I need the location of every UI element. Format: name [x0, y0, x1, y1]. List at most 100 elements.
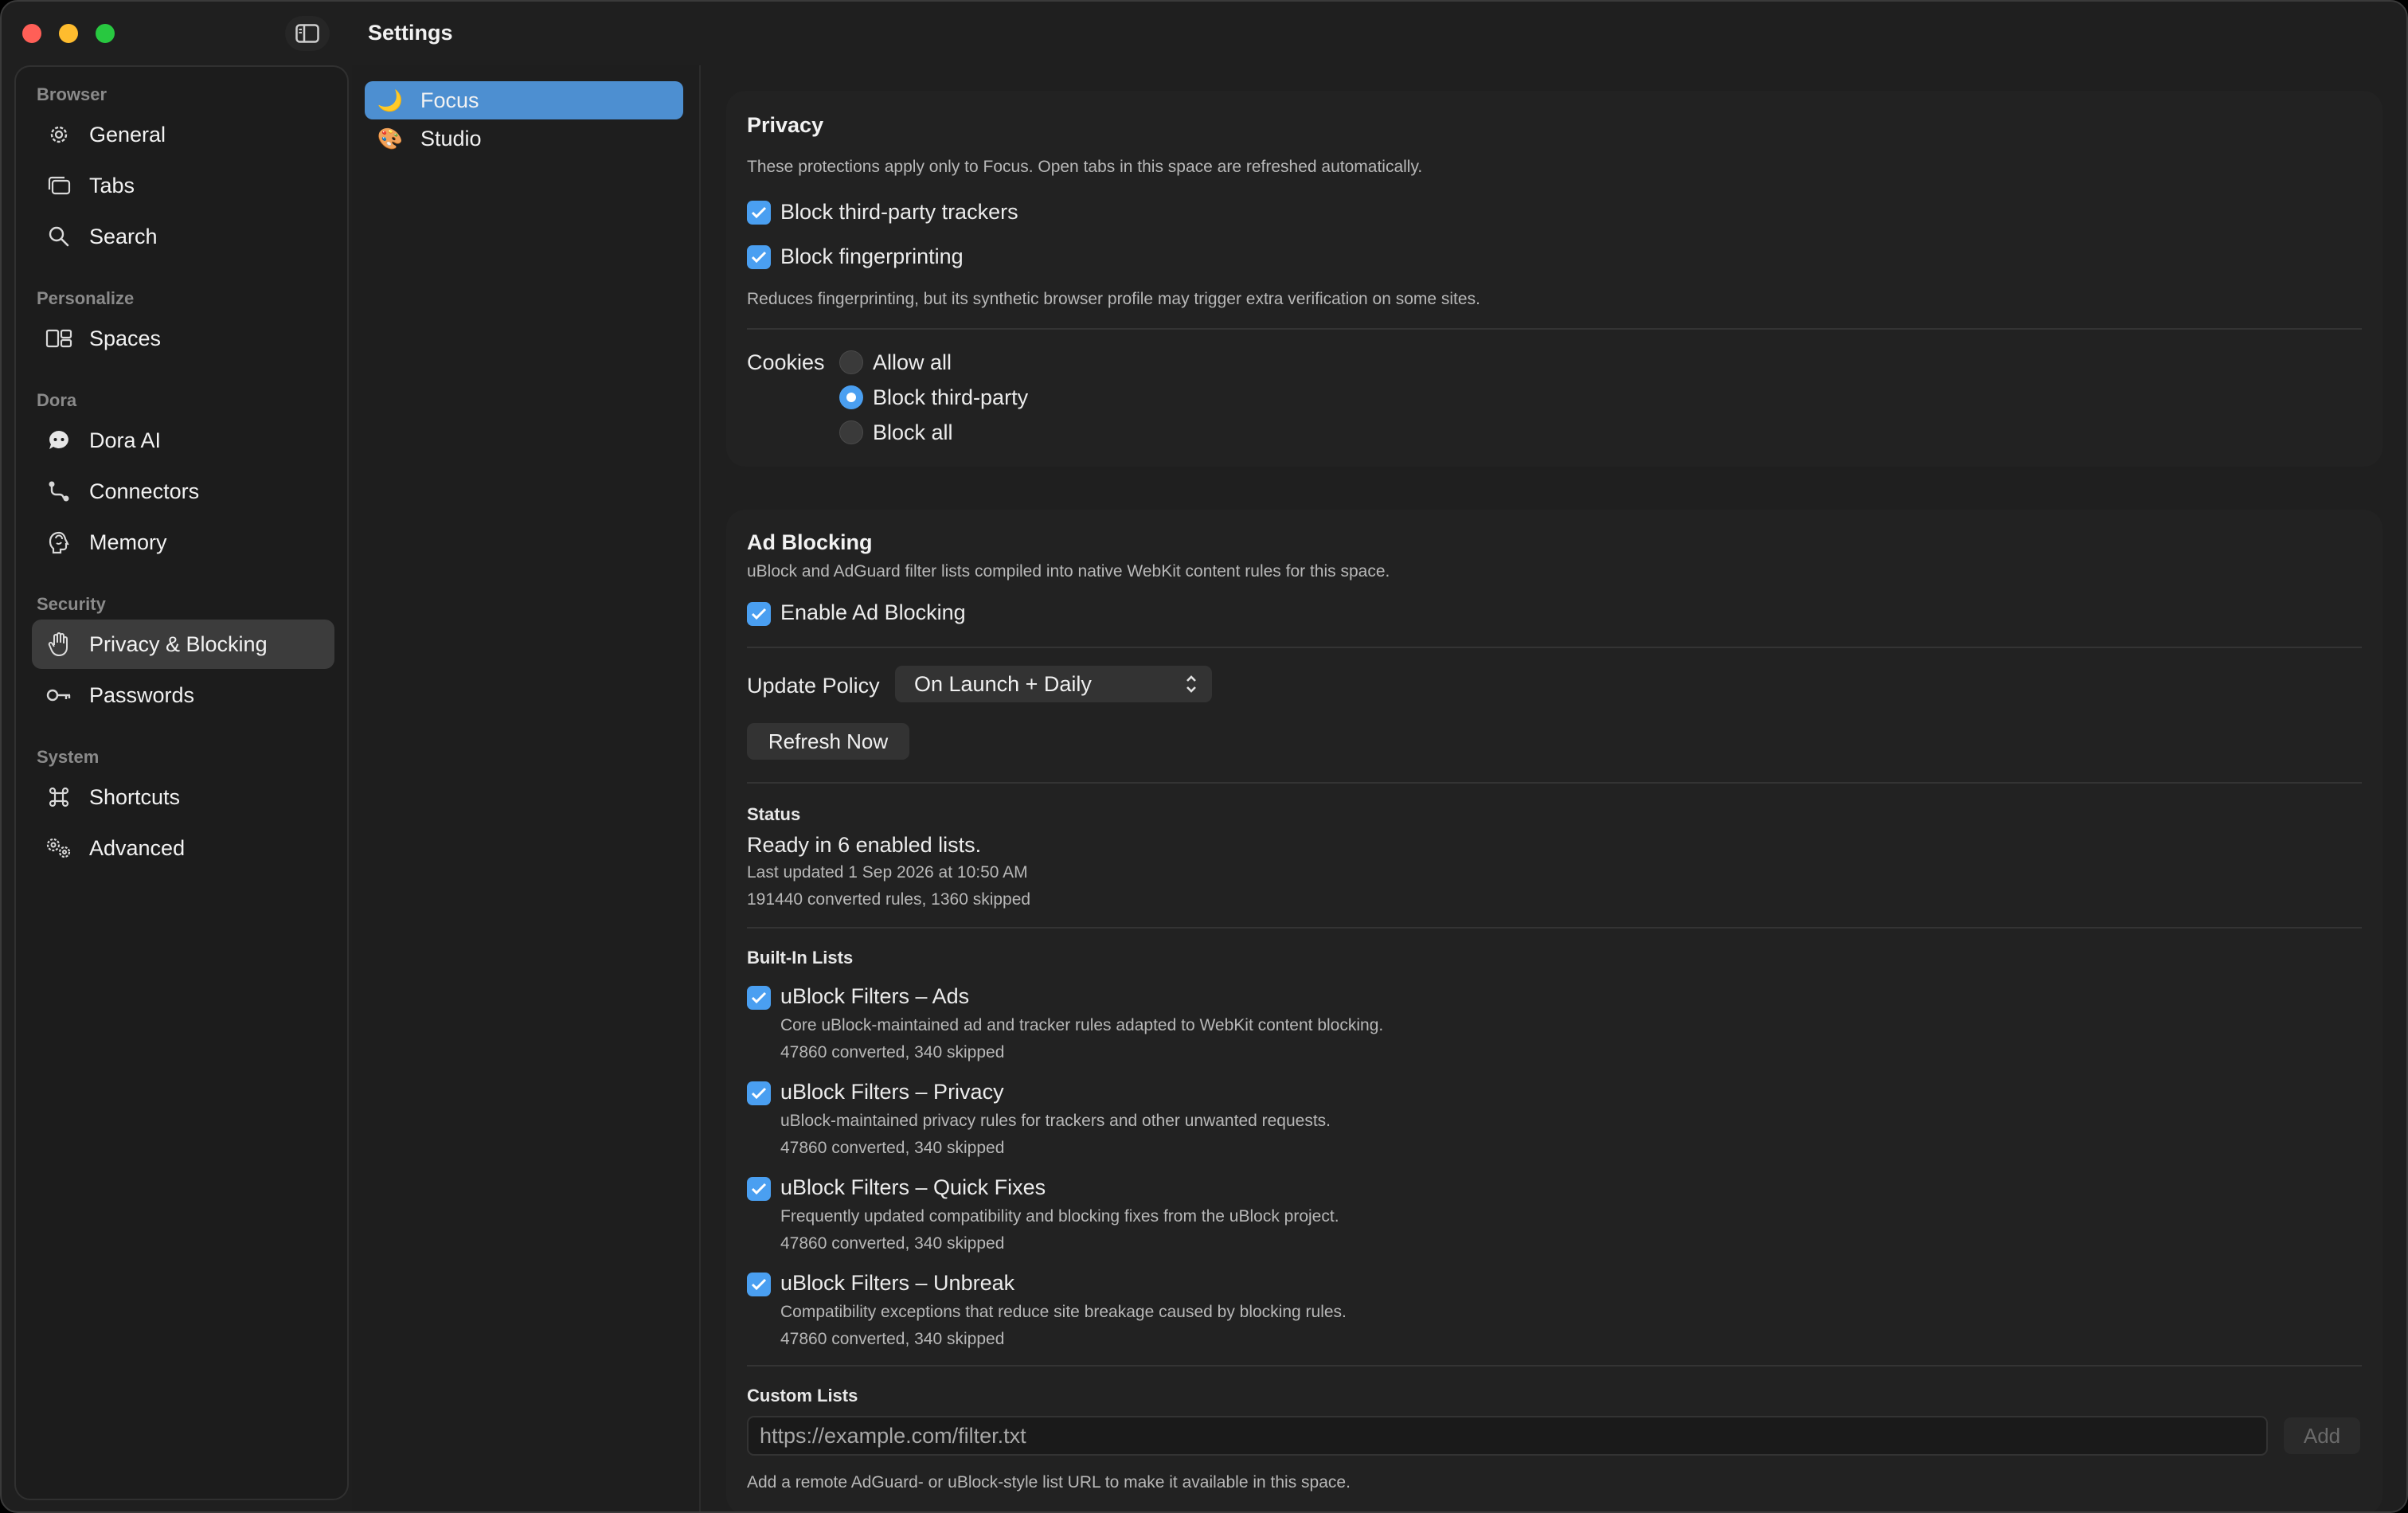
- sidebar-item-search[interactable]: Search: [32, 212, 334, 261]
- custom-list-url-input[interactable]: [747, 1416, 2268, 1456]
- sidebar-toggle-button[interactable]: [285, 16, 330, 51]
- sidebar-item-label: Connectors: [89, 479, 200, 503]
- section-title-system: System: [37, 747, 100, 767]
- checkmark-icon: [751, 1183, 767, 1195]
- list-name: uBlock Filters – Privacy: [780, 1080, 1004, 1104]
- connector-icon: [45, 477, 73, 506]
- space-label: Focus: [420, 88, 479, 112]
- block-fingerprinting-checkbox[interactable]: [747, 245, 771, 269]
- custom-lists-note: Add a remote AdGuard- or uBlock-style li…: [747, 1473, 1351, 1491]
- list-name: uBlock Filters – Unbreak: [780, 1271, 1015, 1295]
- space-item-focus[interactable]: 🌙 Focus: [365, 81, 683, 119]
- sidebar-item-tabs[interactable]: Tabs: [32, 161, 334, 210]
- adblock-description: uBlock and AdGuard filter lists compiled…: [747, 562, 1390, 581]
- list-description: Compatibility exceptions that reduce sit…: [780, 1303, 1347, 1321]
- list-checkbox-unbreak[interactable]: [747, 1273, 771, 1296]
- sidebar-item-advanced[interactable]: Advanced: [32, 823, 334, 873]
- spaces-icon: [45, 324, 73, 353]
- close-window-button[interactable]: [22, 24, 41, 43]
- divider: [747, 328, 2362, 330]
- list-checkbox-privacy[interactable]: [747, 1081, 771, 1105]
- sidebar-item-label: Privacy & Blocking: [89, 631, 268, 656]
- list-name: uBlock Filters – Ads: [780, 984, 970, 1008]
- privacy-title: Privacy: [747, 113, 824, 137]
- list-checkbox-ads[interactable]: [747, 986, 771, 1010]
- sidebar-item-passwords[interactable]: Passwords: [32, 670, 334, 720]
- privacy-description: These protections apply only to Focus. O…: [747, 158, 1423, 176]
- checkmark-icon: [751, 608, 767, 620]
- brain-icon: [45, 528, 73, 557]
- cookie-option-label: Allow all: [873, 350, 952, 374]
- sidebar-item-label: General: [89, 122, 166, 147]
- sidebar-item-shortcuts[interactable]: Shortcuts: [32, 772, 334, 822]
- minimize-window-button[interactable]: [59, 24, 78, 43]
- space-item-studio[interactable]: 🎨 Studio: [365, 119, 683, 158]
- enable-ad-blocking-label: Enable Ad Blocking: [780, 600, 966, 624]
- enable-ad-blocking-checkbox[interactable]: [747, 602, 771, 626]
- cookie-radio-allow-all[interactable]: [839, 350, 863, 374]
- sidebar-item-privacy-blocking[interactable]: Privacy & Blocking: [32, 620, 334, 669]
- sidebar-item-connectors[interactable]: Connectors: [32, 467, 334, 516]
- list-name: uBlock Filters – Quick Fixes: [780, 1175, 1046, 1199]
- cookie-radio-block-third-party[interactable]: [839, 385, 863, 409]
- checkmark-icon: [751, 1087, 767, 1100]
- hand-icon: [45, 630, 73, 659]
- privacy-card: Privacy These protections apply only to …: [726, 91, 2383, 467]
- divider: [747, 927, 2362, 929]
- list-checkbox-quick-fixes[interactable]: [747, 1177, 771, 1201]
- checkmark-icon: [751, 1278, 767, 1291]
- sidebar-item-memory[interactable]: Memory: [32, 518, 334, 567]
- zoom-window-button[interactable]: [96, 24, 115, 43]
- block-fingerprinting-label: Block fingerprinting: [780, 244, 964, 268]
- list-description: Frequently updated compatibility and blo…: [780, 1207, 1339, 1226]
- section-title-personalize: Personalize: [37, 288, 135, 308]
- custom-lists-heading: Custom Lists: [747, 1386, 858, 1405]
- window-title: Settings: [368, 21, 453, 45]
- list-description: Core uBlock-maintained ad and tracker ru…: [780, 1016, 1384, 1034]
- sidebar-toggle-icon: [295, 24, 319, 43]
- sidebar-item-label: Shortcuts: [89, 784, 181, 809]
- list-stats: 47860 converted, 340 skipped: [780, 1043, 1005, 1061]
- section-title-security: Security: [37, 594, 106, 614]
- palette-icon: 🎨: [377, 126, 404, 151]
- ad-blocking-card: Ad Blocking uBlock and AdGuard filter li…: [726, 510, 2383, 1511]
- update-policy-label: Update Policy: [747, 674, 880, 698]
- update-policy-select[interactable]: On Launch + Daily: [895, 666, 1212, 702]
- cookie-radio-block-all[interactable]: [839, 420, 863, 444]
- settings-content: Privacy These protections apply only to …: [702, 65, 2406, 1511]
- sidebar-item-label: Spaces: [89, 326, 162, 350]
- update-policy-value: On Launch + Daily: [914, 671, 1092, 696]
- list-stats: 47860 converted, 340 skipped: [780, 1234, 1005, 1253]
- add-custom-list-button[interactable]: Add: [2284, 1417, 2360, 1454]
- refresh-now-button[interactable]: Refresh Now: [747, 723, 909, 760]
- checkmark-icon: [751, 251, 767, 264]
- status-last-updated: Last updated 1 Sep 2026 at 10:50 AM: [747, 863, 1028, 882]
- sidebar-item-general[interactable]: General: [32, 110, 334, 159]
- sidebar-item-label: Dora AI: [89, 428, 162, 452]
- spaces-list: 🌙 Focus 🎨 Studio: [352, 65, 701, 1511]
- settings-sidebar: Browser General Tabs Search Personalize …: [14, 65, 349, 1500]
- search-icon: [45, 222, 73, 251]
- sidebar-item-dora-ai[interactable]: Dora AI: [32, 416, 334, 465]
- checkmark-icon: [751, 991, 767, 1004]
- sidebar-item-label: Memory: [89, 530, 167, 554]
- title-bar: Settings: [2, 2, 2406, 65]
- block-trackers-checkbox[interactable]: [747, 201, 771, 225]
- cookie-option-label: Block third-party: [873, 385, 1029, 409]
- sidebar-item-label: Tabs: [89, 173, 135, 197]
- cookies-label: Cookies: [747, 350, 825, 374]
- section-title-dora: Dora: [37, 390, 77, 410]
- list-stats: 47860 converted, 340 skipped: [780, 1139, 1005, 1157]
- settings-window: Settings Browser General Tabs Search Per…: [0, 0, 2408, 1513]
- sidebar-item-spaces[interactable]: Spaces: [32, 314, 334, 363]
- key-icon: [45, 681, 73, 710]
- status-line: Ready in 6 enabled lists.: [747, 833, 982, 857]
- divider: [747, 782, 2362, 784]
- section-title-browser: Browser: [37, 84, 108, 104]
- sidebar-item-label: Passwords: [89, 682, 195, 707]
- tabs-icon: [45, 171, 73, 200]
- gears-icon: [45, 834, 73, 862]
- list-description: uBlock-maintained privacy rules for trac…: [780, 1112, 1331, 1130]
- builtin-lists-heading: Built-In Lists: [747, 948, 854, 968]
- status-heading: Status: [747, 804, 801, 824]
